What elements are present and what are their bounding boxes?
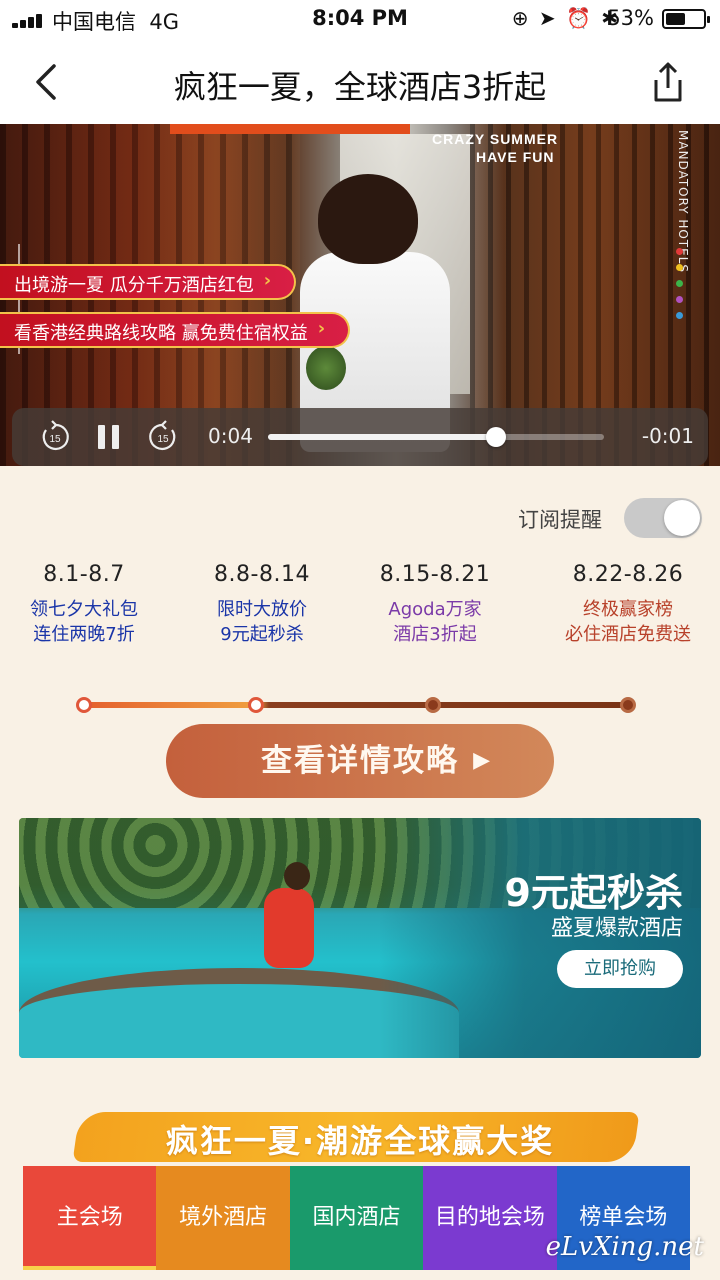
schedule-line: Agoda万家 bbox=[388, 599, 482, 620]
page-title: 疯狂一夏，全球酒店3折起 bbox=[173, 68, 547, 106]
remaining-time: -0:01 bbox=[641, 424, 694, 448]
section-title: 疯狂一夏·潮游全球赢大奖 bbox=[165, 1122, 555, 1160]
promo-pill-hongkong[interactable]: 看香港经典路线攻略 赢免费住宿权益 › bbox=[0, 312, 350, 348]
share-icon bbox=[654, 62, 682, 102]
video-scrubber[interactable] bbox=[268, 427, 604, 447]
skip-forward-15-button[interactable]: 15 bbox=[146, 420, 180, 454]
pause-icon bbox=[98, 425, 119, 449]
skip-back-15-button[interactable]: 15 bbox=[38, 420, 72, 454]
view-details-button[interactable]: 查看详情攻略 ▶ bbox=[166, 724, 554, 798]
schedule-line: 连住两晚7折 bbox=[33, 624, 135, 645]
swimmer-figure bbox=[264, 888, 314, 968]
tab-overseas-hotels[interactable]: 境外酒店 bbox=[156, 1166, 290, 1270]
tab-domestic-hotels[interactable]: 国内酒店 bbox=[289, 1166, 424, 1270]
battery-percent: 53% bbox=[607, 6, 654, 30]
scrubber-handle[interactable] bbox=[486, 427, 507, 447]
tab-destinations[interactable]: 目的地会场 bbox=[423, 1166, 557, 1270]
schedule-line: 限时大放价 bbox=[217, 599, 307, 620]
share-button[interactable] bbox=[648, 60, 688, 104]
color-dots bbox=[676, 248, 683, 328]
battery-fill bbox=[666, 13, 686, 25]
timeline-bar bbox=[84, 702, 628, 708]
schedule-line: 酒店3折起 bbox=[393, 624, 477, 645]
schedule-date: 8.15-8.21 bbox=[379, 562, 491, 587]
schedule-item: 8.1-8.7 领七夕大礼包 连住两晚7折 bbox=[0, 562, 174, 647]
video-red-banner bbox=[170, 124, 410, 134]
alarm-icon: ⏰ bbox=[565, 6, 593, 30]
schedule-line: 9元起秒杀 bbox=[220, 624, 304, 645]
caret-right-icon: ▶ bbox=[473, 748, 492, 773]
timeline-dot bbox=[620, 697, 636, 713]
video-controls: 15 15 0:04 -0:01 bbox=[12, 408, 708, 466]
battery-icon bbox=[662, 9, 710, 29]
status-bar: 中国电信 4G 8:04 PM ⊕ ➤ ⏰ ✱ 53% bbox=[0, 0, 720, 40]
schedule-item: 8.22-8.26 终极赢家榜 必住酒店免费送 bbox=[538, 562, 718, 647]
tab-main-venue[interactable]: 主会场 bbox=[23, 1166, 157, 1270]
timeline-dot bbox=[248, 697, 264, 713]
chevron-right-icon: › bbox=[263, 270, 272, 291]
schedule-line: 领七夕大礼包 bbox=[30, 599, 138, 620]
subscribe-label: 订阅提醒 bbox=[518, 508, 602, 532]
promo-banner[interactable]: 9元起秒杀 盛夏爆款酒店 立即抢购 bbox=[19, 818, 701, 1058]
schedule-date: 8.1-8.7 bbox=[43, 562, 125, 587]
scrubber-progress bbox=[268, 434, 497, 440]
subscribe-toggle[interactable] bbox=[624, 498, 702, 538]
watermark: eLvXing.net bbox=[545, 1232, 704, 1262]
schedule-date: 8.8-8.14 bbox=[214, 562, 310, 587]
schedule-line: 必住酒店免费送 bbox=[565, 624, 691, 645]
buy-now-button[interactable]: 立即抢购 bbox=[557, 950, 683, 988]
skip-back-icon: 15 bbox=[42, 420, 69, 451]
schedule-item: 8.15-8.21 Agoda万家 酒店3折起 bbox=[345, 562, 525, 647]
toggle-knob bbox=[664, 500, 700, 536]
promo-title: 9元起秒杀 bbox=[504, 871, 683, 915]
current-time: 0:04 bbox=[208, 424, 253, 448]
timeline-dot bbox=[425, 697, 441, 713]
promo-pill-red-packet[interactable]: 出境游一夏 瓜分千万酒店红包 › bbox=[0, 264, 296, 300]
schedule-line: 终极赢家榜 bbox=[583, 599, 673, 620]
svg-text:15: 15 bbox=[157, 434, 169, 445]
video-overlay-text: CRAZY SUMMER HAVE FUN bbox=[432, 131, 559, 165]
chevron-right-icon: › bbox=[317, 318, 326, 339]
schedule-date: 8.22-8.26 bbox=[572, 562, 684, 587]
timeline-dot bbox=[76, 697, 92, 713]
skip-forward-icon: 15 bbox=[149, 420, 176, 451]
promo-subtitle: 盛夏爆款酒店 bbox=[550, 916, 683, 941]
pause-button[interactable] bbox=[92, 420, 126, 454]
schedule-item: 8.8-8.14 限时大放价 9元起秒杀 bbox=[172, 562, 352, 647]
rotation-lock-icon: ⊕ bbox=[511, 6, 531, 30]
svg-text:15: 15 bbox=[49, 434, 61, 445]
status-icons: ⊕ ➤ ⏰ ✱ bbox=[512, 6, 620, 30]
nav-bar: 疯狂一夏，全球酒店3折起 bbox=[0, 40, 720, 124]
location-icon: ➤ bbox=[538, 6, 558, 30]
